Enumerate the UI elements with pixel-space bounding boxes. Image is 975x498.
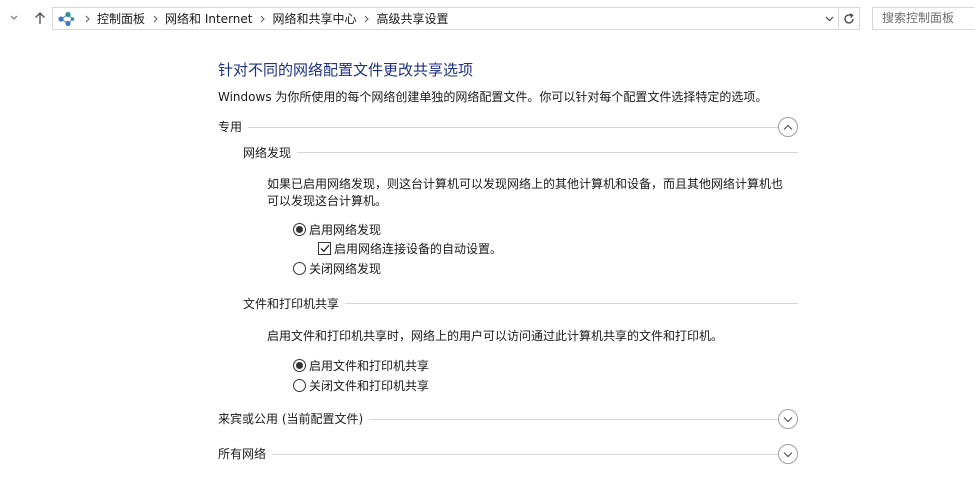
radio-button-selected[interactable] bbox=[293, 359, 306, 372]
checkmark-icon bbox=[320, 244, 329, 253]
option-label[interactable]: 启用网络发现 bbox=[309, 221, 381, 238]
recent-locations-chevron-icon[interactable] bbox=[6, 8, 22, 28]
subsection-title-network-discovery: 网络发现 bbox=[243, 144, 298, 161]
address-bar[interactable]: 控制面板 网络和 Internet 网络和共享中心 高级共享设置 bbox=[52, 7, 839, 30]
checkbox-checked[interactable] bbox=[318, 242, 331, 255]
enable-network-discovery-option[interactable]: 启用网络发现 bbox=[293, 221, 381, 238]
radio-button-selected[interactable] bbox=[293, 223, 306, 236]
chevron-down-icon bbox=[783, 416, 793, 422]
refresh-button[interactable] bbox=[839, 7, 860, 30]
chevron-up-icon bbox=[783, 124, 793, 130]
subsection-title-file-printer-sharing: 文件和打印机共享 bbox=[243, 295, 346, 312]
enable-file-printer-sharing-option[interactable]: 启用文件和打印机共享 bbox=[293, 357, 429, 374]
chevron-right-icon[interactable] bbox=[254, 15, 270, 23]
up-arrow-icon[interactable] bbox=[32, 8, 48, 28]
refresh-icon bbox=[844, 12, 854, 24]
disable-network-discovery-option[interactable]: 关闭网络发现 bbox=[293, 260, 381, 277]
page-title: 针对不同的网络配置文件更改共享选项 bbox=[218, 61, 474, 79]
subsection-divider bbox=[243, 152, 798, 153]
section-title-guest-public[interactable]: 来宾或公用 (当前配置文件) bbox=[218, 410, 370, 427]
option-label[interactable]: 关闭网络发现 bbox=[309, 260, 381, 277]
page-intro-text: Windows 为你所使用的每个网络创建单独的网络配置文件。你可以针对每个配置文… bbox=[218, 90, 768, 104]
chevron-right-icon[interactable] bbox=[147, 15, 163, 23]
section-title-private[interactable]: 专用 bbox=[218, 118, 249, 135]
expand-all-networks-button[interactable] bbox=[778, 444, 798, 464]
search-input[interactable]: 搜索控制面板 bbox=[872, 7, 975, 30]
description-line: 可以发现这台计算机。 bbox=[267, 194, 388, 208]
chevron-right-icon[interactable] bbox=[359, 15, 375, 23]
section-divider bbox=[218, 454, 780, 455]
breadcrumb-network-sharing-center[interactable]: 网络和共享中心 bbox=[270, 10, 358, 27]
breadcrumb-advanced-sharing[interactable]: 高级共享设置 bbox=[375, 10, 451, 27]
expand-guest-public-button[interactable] bbox=[778, 409, 798, 429]
option-label[interactable]: 关闭文件和打印机共享 bbox=[309, 377, 429, 394]
section-title-all-networks[interactable]: 所有网络 bbox=[218, 445, 273, 462]
file-printer-sharing-description: 启用文件和打印机共享时，网络上的用户可以访问通过此计算机共享的文件和打印机。 bbox=[267, 329, 724, 343]
option-label[interactable]: 启用网络连接设备的自动设置。 bbox=[334, 240, 502, 257]
network-center-icon bbox=[53, 8, 79, 29]
address-dropdown-chevron-icon[interactable] bbox=[820, 8, 838, 29]
collapse-private-button[interactable] bbox=[778, 117, 798, 137]
radio-button[interactable] bbox=[293, 379, 306, 392]
chevron-down-icon bbox=[783, 451, 793, 457]
chevron-right-icon[interactable] bbox=[79, 15, 95, 23]
address-toolbar: 控制面板 网络和 Internet 网络和共享中心 高级共享设置 搜索控制面板 bbox=[0, 0, 975, 36]
radio-button[interactable] bbox=[293, 262, 306, 275]
breadcrumb-control-panel[interactable]: 控制面板 bbox=[95, 10, 147, 27]
option-label[interactable]: 启用文件和打印机共享 bbox=[309, 357, 429, 374]
description-line: 如果已启用网络发现，则这台计算机可以发现网络上的其他计算机和设备，而且其他网络计… bbox=[267, 177, 784, 191]
section-divider bbox=[218, 127, 780, 128]
network-discovery-description: 如果已启用网络发现，则这台计算机可以发现网络上的其他计算机和设备，而且其他网络计… bbox=[267, 176, 783, 210]
breadcrumb-network-internet[interactable]: 网络和 Internet bbox=[163, 10, 254, 27]
auto-setup-option[interactable]: 启用网络连接设备的自动设置。 bbox=[318, 240, 502, 257]
disable-file-printer-sharing-option[interactable]: 关闭文件和打印机共享 bbox=[293, 377, 429, 394]
